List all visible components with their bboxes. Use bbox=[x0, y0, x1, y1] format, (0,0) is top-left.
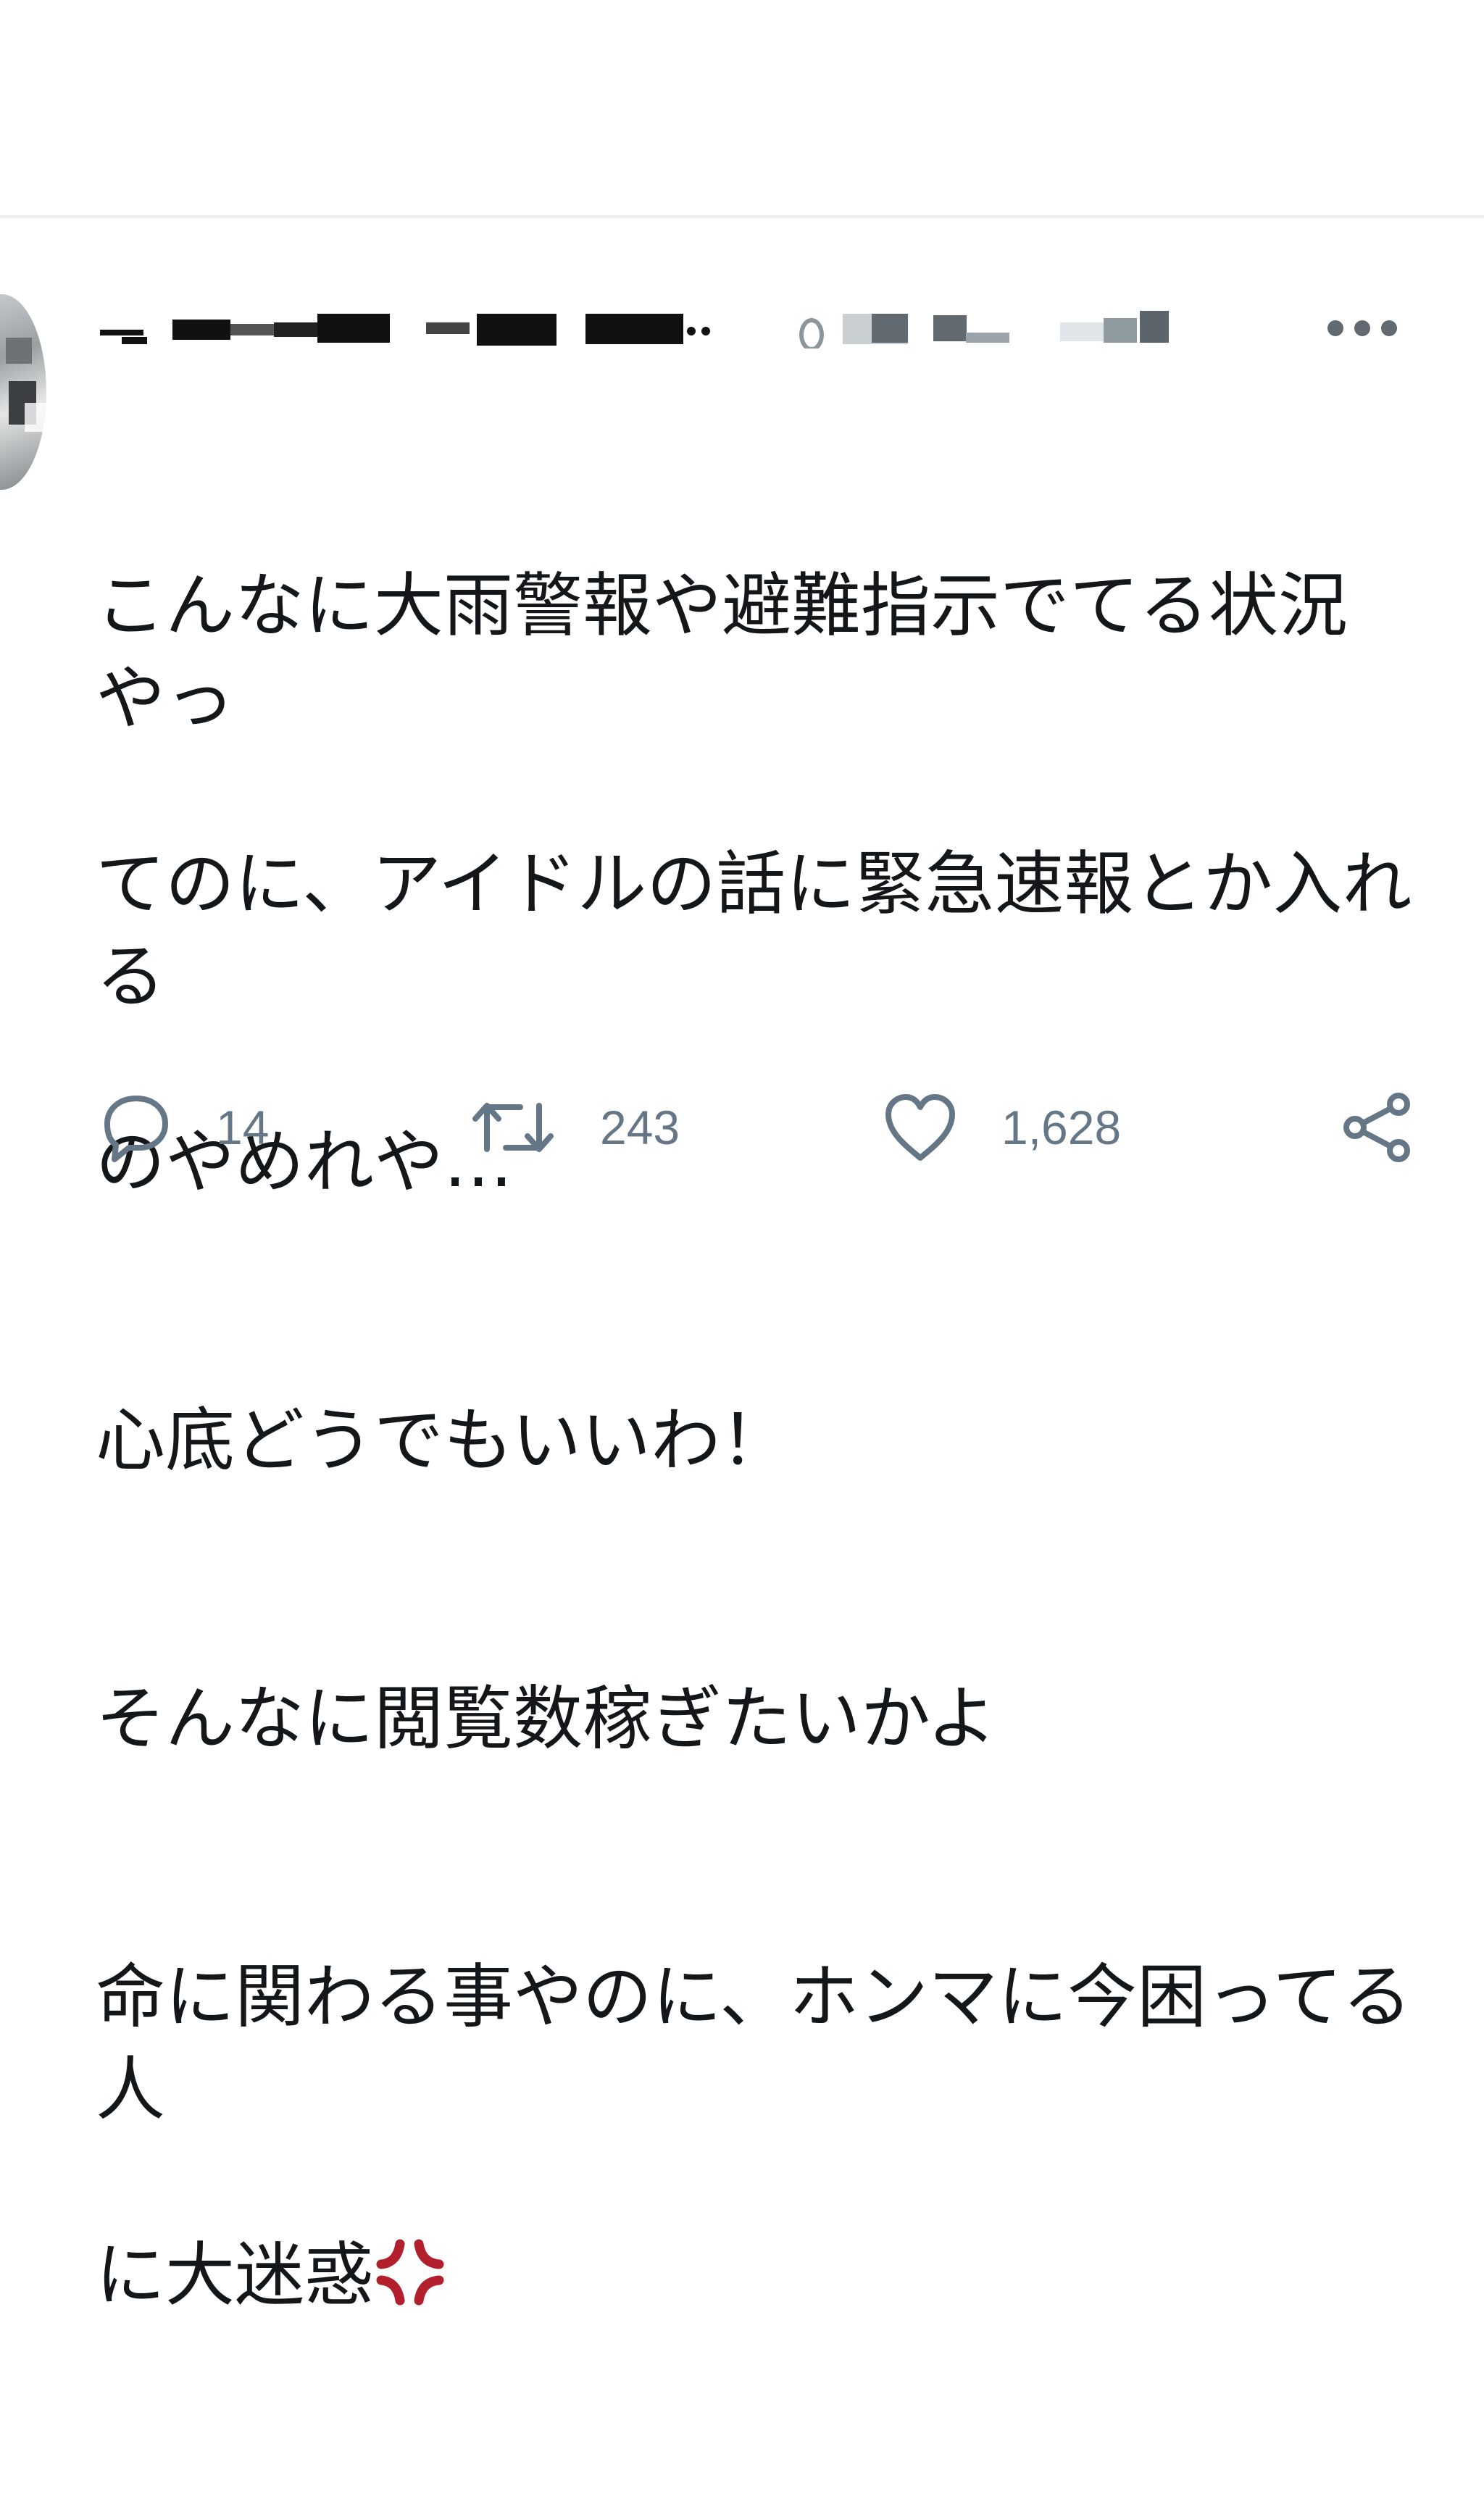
action-bar: 14 243 1,628 bbox=[100, 1088, 1419, 1167]
tweet-text-line: こんなに大雨警報や避難指示でてる状況やっ bbox=[96, 565, 1348, 739]
tweet-header bbox=[100, 298, 1404, 356]
retweet-count: 243 bbox=[600, 1101, 680, 1154]
tweet-text-line: に大迷惑 bbox=[96, 2235, 374, 2316]
more-options-button[interactable] bbox=[1327, 314, 1397, 343]
display-name-redaction bbox=[100, 308, 723, 346]
heart-icon bbox=[885, 1094, 955, 1161]
reply-count: 14 bbox=[216, 1101, 270, 1154]
reply-button[interactable]: 14 bbox=[100, 1088, 269, 1167]
more-dot-icon bbox=[1327, 320, 1343, 336]
tweet-text-line: 命に関わる事やのに、ホンマに今困ってる人 bbox=[96, 1956, 1412, 2130]
retweet-icon bbox=[472, 1103, 554, 1152]
avatar-pixelation bbox=[25, 403, 46, 432]
tweet-card[interactable]: こんなに大雨警報や避難指示でてる状況やっ てのに、アイドルの話に緊急速報とか入れ… bbox=[0, 218, 1484, 2316]
share-icon bbox=[1343, 1093, 1410, 1162]
tweet-text-line: てのに、アイドルの話に緊急速報とか入れる bbox=[96, 843, 1412, 1017]
tweet-text-line: そんなに閲覧数稼ぎたいかよ bbox=[96, 1678, 997, 1759]
share-button[interactable] bbox=[1341, 1088, 1413, 1167]
more-dot-icon bbox=[1381, 320, 1397, 336]
like-count: 1,628 bbox=[1001, 1101, 1122, 1154]
like-button[interactable]: 1,628 bbox=[883, 1088, 1121, 1167]
tweet-text-line: 心底どうでもいいわ！ bbox=[96, 1400, 791, 1481]
tweet-text-line-last: に大迷惑 bbox=[96, 2229, 1414, 2322]
more-dot-icon bbox=[1354, 320, 1370, 336]
avatar-pixelation bbox=[6, 338, 32, 364]
user-handle[interactable] bbox=[799, 311, 1205, 349]
avatar[interactable] bbox=[0, 294, 46, 490]
reply-icon bbox=[104, 1096, 168, 1162]
tweet-text: こんなに大雨警報や避難指示でてる状況やっ てのに、アイドルの話に緊急速報とか入れ… bbox=[96, 374, 1414, 2507]
anger-symbol-icon bbox=[376, 2239, 444, 2306]
retweet-button[interactable]: 243 bbox=[470, 1088, 680, 1167]
